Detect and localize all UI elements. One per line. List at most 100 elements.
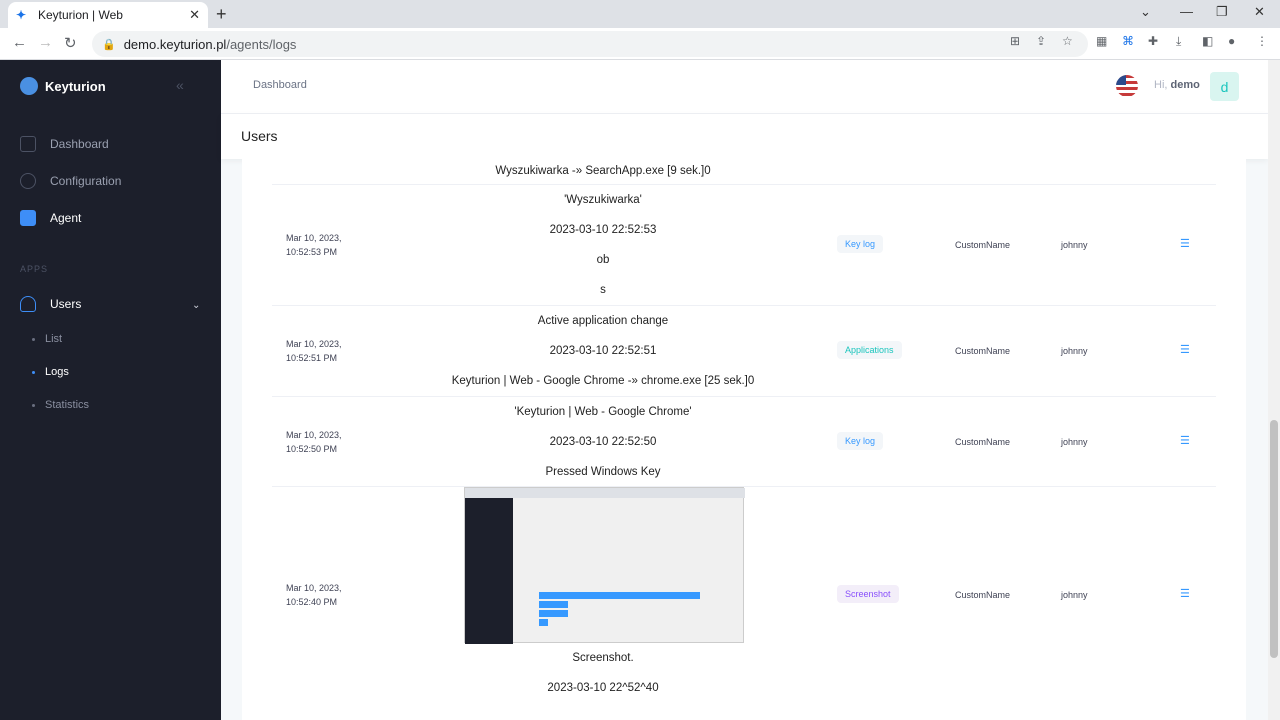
user-greeting[interactable]: Hi, demo (1154, 79, 1200, 91)
log-line: Wyszukiwarka -» SearchApp.exe [9 sek.]0 (495, 165, 711, 177)
window-close-icon[interactable]: ✕ (1254, 4, 1265, 20)
us-flag-icon[interactable] (1116, 75, 1138, 97)
brand-name: Keyturion (45, 78, 106, 94)
log-user: johnny (1061, 590, 1088, 600)
brand-logo[interactable]: Keyturion (20, 77, 106, 95)
extensions-puzzle-icon[interactable]: ✚ (1148, 34, 1158, 48)
thumbnail-tabbar (465, 488, 745, 498)
back-icon[interactable]: ← (12, 34, 27, 51)
log-line: Keyturion | Web - Google Chrome -» chrom… (451, 375, 755, 387)
log-line: 2023-03-10 22^52^40 (547, 682, 659, 694)
log-line: ob (596, 254, 610, 266)
log-date-day: Mar 10, 2023, (286, 430, 342, 440)
log-description: 'Keyturion | Web - Google Chrome' 2023-0… (432, 397, 774, 487)
log-date-time: 10:52:40 PM (286, 597, 338, 607)
url-domain: demo.keyturion.pl (123, 36, 227, 52)
log-line: Pressed Windows Key (545, 466, 661, 478)
keyturion-favicon-icon: ✦ (16, 8, 27, 22)
gear-icon (20, 173, 36, 189)
extension-qr-icon[interactable]: ▦ (1096, 34, 1107, 48)
sidebar-item-label: Users (50, 297, 82, 311)
custom-name: CustomName (955, 240, 1011, 250)
keyturion-logo-icon (20, 77, 38, 95)
user-icon (20, 296, 36, 312)
details-list-icon[interactable]: ☰ (1180, 587, 1192, 600)
custom-name: CustomName (955, 590, 1011, 600)
details-list-icon[interactable]: ☰ (1180, 237, 1192, 250)
sidebar-item-label: Configuration (50, 174, 122, 188)
log-line: Active application change (537, 315, 669, 327)
log-type-badge: Screenshot (837, 585, 899, 603)
breadcrumb[interactable]: Dashboard (253, 79, 307, 91)
log-date-time: 10:52:50 PM (286, 444, 338, 454)
minimize-icon[interactable]: — (1180, 4, 1193, 19)
thumbnail-bar (539, 619, 548, 626)
log-line: 'Keyturion | Web - Google Chrome' (514, 406, 692, 418)
greeting-username: demo (1170, 79, 1200, 91)
sidebar-item-configuration[interactable]: Configuration (20, 173, 121, 189)
log-user: johnny (1061, 437, 1088, 447)
lock-icon[interactable]: 🔒 (102, 38, 116, 51)
page-title: Users (241, 128, 278, 144)
log-line: 2023-03-10 22:52:51 (549, 345, 657, 357)
close-tab-icon[interactable]: ✕ (189, 7, 200, 23)
forward-icon[interactable]: → (38, 34, 53, 51)
browser-tab[interactable]: ✦ Keyturion | Web ✕ (8, 2, 208, 28)
page-scrollbar[interactable] (1268, 60, 1280, 720)
log-date-day: Mar 10, 2023, (286, 233, 342, 243)
chevron-down-icon[interactable]: ⌄ (192, 300, 200, 311)
sidebar-subitem-list[interactable]: List (32, 333, 62, 345)
share-icon[interactable]: ⇪ (1036, 34, 1046, 48)
address-bar[interactable]: 🔒 demo.keyturion.pl/agents/logs (92, 31, 1088, 57)
collapse-sidebar-icon[interactable]: « (176, 77, 184, 93)
bullet-icon (32, 403, 35, 407)
sidebar-subitem-label: Statistics (45, 399, 90, 411)
log-type-badge: Applications (837, 341, 902, 359)
log-date: Mar 10, 2023, 10:52:50 PM (286, 428, 342, 456)
browser-tab-bar: ✦ Keyturion | Web ✕ + ⌄ — ❐ ✕ (0, 0, 1280, 28)
log-type-badge: Key log (837, 432, 884, 450)
maximize-icon[interactable]: ❐ (1216, 4, 1228, 20)
profile-icon[interactable]: ● (1228, 34, 1235, 48)
reload-icon[interactable]: ↻ (64, 34, 77, 52)
log-line: 'Wyszukiwarka' (564, 194, 642, 206)
scrollbar-thumb[interactable] (1270, 420, 1278, 658)
side-panel-icon[interactable]: ◧ (1202, 34, 1213, 48)
log-date: Mar 10, 2023, 10:52:40 PM (286, 581, 342, 609)
sidebar-item-agent[interactable]: Agent (20, 210, 81, 226)
bullet-icon (32, 370, 35, 374)
details-list-icon[interactable]: ☰ (1180, 434, 1192, 447)
log-date: Mar 10, 2023, 10:52:53 PM (286, 231, 342, 259)
translate-icon[interactable]: ⊞ (1010, 34, 1020, 48)
sidebar-item-label: Dashboard (50, 137, 109, 151)
tab-title: Keyturion | Web (38, 8, 123, 22)
table-row: Wyszukiwarka -» SearchApp.exe [9 sek.]0 (272, 159, 1216, 184)
page-subheader: Users (221, 114, 1268, 159)
log-line: s (600, 284, 606, 296)
sidebar-subitem-label: Logs (45, 366, 69, 378)
log-date: Mar 10, 2023, 10:52:51 PM (286, 337, 342, 365)
sidebar-subitem-statistics[interactable]: Statistics (32, 399, 89, 411)
bookmark-star-icon[interactable]: ☆ (1062, 34, 1073, 48)
table-row: Mar 10, 2023, 10:52:53 PM 'Wyszukiwarka'… (272, 184, 1216, 305)
chrome-menu-icon[interactable]: ⋮ (1256, 34, 1268, 48)
details-list-icon[interactable]: ☰ (1180, 343, 1192, 356)
avatar[interactable]: d (1210, 72, 1239, 101)
sidebar-subitem-logs[interactable]: Logs (32, 366, 69, 378)
download-icon[interactable]: ⤓ (1176, 34, 1181, 49)
custom-name: CustomName (955, 437, 1011, 447)
sidebar-subitem-label: List (45, 333, 63, 345)
bullet-icon (32, 337, 35, 341)
new-tab-icon[interactable]: + (216, 4, 227, 25)
main-content: Dashboard Hi, demo d Users Wyszukiwarka … (221, 60, 1268, 720)
thumbnail-bar (539, 601, 568, 608)
table-row: Mar 10, 2023, 10:52:51 PM Active applica… (272, 305, 1216, 396)
screenshot-thumbnail[interactable] (464, 487, 745, 644)
extension-icon[interactable]: ⌘ (1122, 34, 1134, 48)
tab-search-icon[interactable]: ⌄ (1140, 4, 1151, 20)
sidebar-item-label: Agent (50, 211, 82, 225)
download-tray-icon (20, 210, 36, 226)
log-user: johnny (1061, 346, 1088, 356)
sidebar-item-users[interactable]: Users (20, 296, 81, 312)
sidebar-item-dashboard[interactable]: Dashboard (20, 136, 109, 152)
